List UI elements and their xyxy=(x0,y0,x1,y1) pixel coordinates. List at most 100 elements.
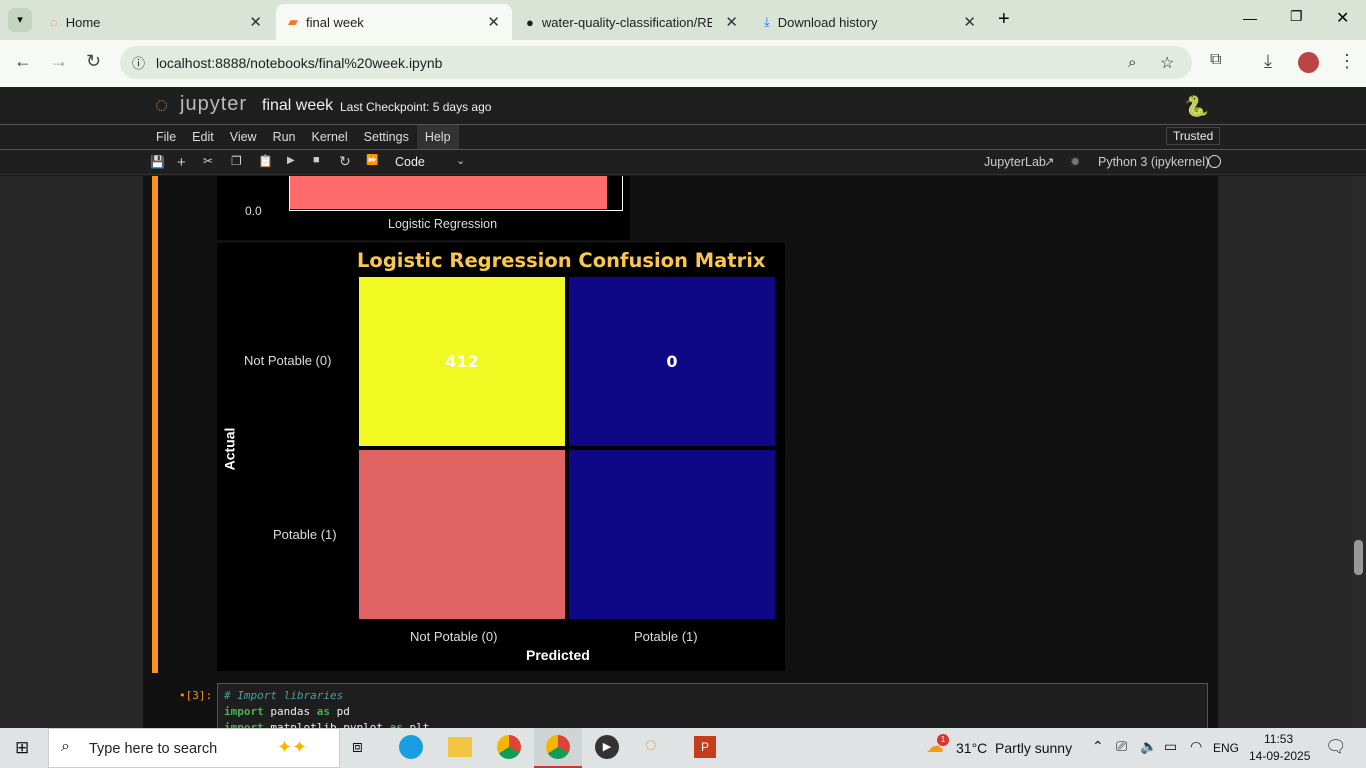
site-info-icon[interactable]: ⓘ xyxy=(132,53,145,72)
copy-icon[interactable]: ❐ xyxy=(231,154,242,168)
code-token: pandas xyxy=(263,705,317,718)
checkpoint-status: Last Checkpoint: 5 days ago xyxy=(340,100,492,114)
notebook-title[interactable]: final week xyxy=(262,97,333,115)
scrollbar-thumb[interactable] xyxy=(1354,540,1363,575)
download-icon: ⤓ xyxy=(764,14,770,29)
minimize-button[interactable]: — xyxy=(1243,10,1257,26)
github-icon: ● xyxy=(526,14,534,30)
menu-edit[interactable]: Edit xyxy=(184,125,222,149)
menu-view[interactable]: View xyxy=(222,125,265,149)
stop-icon[interactable]: ■ xyxy=(313,154,320,166)
menu-kernel[interactable]: Kernel xyxy=(304,125,356,149)
jupyterlab-link[interactable]: JupyterLab xyxy=(984,155,1046,169)
cell-type-select[interactable]: Code xyxy=(395,155,425,169)
notebook-icon: ▰ xyxy=(288,14,298,29)
tab-downloads[interactable]: ⤓ Download history ✕ xyxy=(752,4,988,40)
clock-date[interactable]: 14-09-2025 xyxy=(1249,749,1310,763)
wifi-icon[interactable]: ◠ xyxy=(1190,738,1202,755)
close-window-button[interactable]: ✕ xyxy=(1336,8,1349,28)
python-logo-icon: 🐍 xyxy=(1184,96,1209,118)
browser-menu-icon[interactable]: ⋮ xyxy=(1338,51,1356,72)
volume-icon[interactable]: 🔈 xyxy=(1140,738,1157,755)
edge-icon[interactable] xyxy=(399,735,423,759)
debugger-icon[interactable]: ✹ xyxy=(1070,154,1080,169)
task-view-icon[interactable]: ⧈ xyxy=(352,737,363,757)
confusion-matrix-output: Logistic Regression Confusion Matrix 412… xyxy=(217,243,785,671)
camera-icon[interactable]: ⎚ xyxy=(1116,738,1127,755)
profile-avatar[interactable] xyxy=(1298,52,1319,73)
powerpoint-icon[interactable]: P xyxy=(694,736,716,758)
x-axis-label: Predicted xyxy=(526,647,590,663)
tab-label: Home xyxy=(65,14,101,30)
close-icon[interactable]: ✕ xyxy=(487,13,500,31)
url-input[interactable]: ⓘ localhost:8888/notebooks/final%20week.… xyxy=(120,46,1192,79)
tab-search-button[interactable]: ▾ xyxy=(8,8,32,32)
tab-label: Download history xyxy=(777,14,878,30)
zoom-icon[interactable]: ⌕ xyxy=(1128,54,1136,71)
trusted-badge[interactable]: Trusted xyxy=(1166,127,1221,145)
weather-text[interactable]: 31°C Partly sunny xyxy=(956,740,1072,756)
kernel-name[interactable]: Python 3 (ipykernel) xyxy=(1098,155,1209,169)
code-token: pd xyxy=(329,705,350,718)
chart-title: Logistic Regression Confusion Matrix xyxy=(357,249,766,272)
menu-run[interactable]: Run xyxy=(265,125,304,149)
new-tab-button[interactable]: + xyxy=(998,8,1010,31)
paste-icon[interactable]: 📋 xyxy=(258,154,273,168)
code-line: import pandas as pd xyxy=(224,704,1201,720)
x-tick-label: Not Potable (0) xyxy=(410,629,498,644)
y-axis-label: Actual xyxy=(221,427,238,471)
scrollbar[interactable] xyxy=(1352,176,1366,728)
back-button[interactable]: ← xyxy=(14,51,32,72)
forward-button[interactable]: → xyxy=(50,51,68,72)
copilot-sparkle-icon: ✦✦ xyxy=(277,737,308,757)
language-indicator[interactable]: ENG xyxy=(1213,741,1239,755)
menu-file[interactable]: File xyxy=(148,125,184,149)
search-placeholder: Type here to search xyxy=(89,741,218,757)
chevron-up-icon[interactable]: ⌃ xyxy=(1092,738,1104,755)
reload-button[interactable]: ↻ xyxy=(86,51,101,72)
menu-help[interactable]: Help xyxy=(416,125,459,149)
taskbar-search-box[interactable]: ⌕ Type here to search ✦✦ xyxy=(48,728,340,768)
file-explorer-icon[interactable] xyxy=(448,737,472,757)
notebook-toolbar: 💾 + ✂ ❐ 📋 ▶ ■ ↻ ⏩ Code ⌄ JupyterLab ↗ ✹ … xyxy=(0,150,1366,175)
chevron-down-icon[interactable]: ⌄ xyxy=(456,154,465,167)
kernel-status-icon xyxy=(1208,155,1221,168)
chrome-active-app[interactable] xyxy=(534,728,582,768)
code-line: # Import libraries xyxy=(224,688,1201,704)
run-all-icon[interactable]: ⏩ xyxy=(366,155,378,166)
cell-value-label: 412 xyxy=(445,352,479,371)
insert-cell-icon[interactable]: + xyxy=(177,154,186,171)
close-icon[interactable]: ✕ xyxy=(725,13,738,31)
menu-settings[interactable]: Settings xyxy=(356,125,417,149)
tab-github[interactable]: ● water-quality-classification/REA ✕ xyxy=(514,4,750,40)
close-icon[interactable]: ✕ xyxy=(249,13,262,31)
heatmap-grid: 412 0 xyxy=(359,277,775,620)
notebook-panel: 0.0 Logistic Regression Logistic Regress… xyxy=(143,176,1218,743)
run-icon[interactable]: ▶ xyxy=(287,155,295,166)
chrome-icon[interactable] xyxy=(497,735,521,759)
restart-icon[interactable]: ↻ xyxy=(339,153,351,170)
clock-time[interactable]: 11:53 xyxy=(1264,732,1293,746)
close-icon[interactable]: ✕ xyxy=(963,13,976,31)
heatmap-cell: 412 xyxy=(359,277,565,446)
external-link-icon: ↗ xyxy=(1044,155,1055,169)
code-token: # Import libraries xyxy=(224,689,344,702)
heatmap-cell: 0 xyxy=(569,277,775,446)
heatmap-cell xyxy=(569,450,775,619)
tab-home[interactable]: ◌ Home ✕ xyxy=(38,4,274,40)
restore-button[interactable]: ❐ xyxy=(1290,8,1303,25)
x-tick-label: Logistic Regression xyxy=(388,217,498,231)
media-player-icon[interactable]: ▶ xyxy=(595,735,619,759)
battery-icon[interactable]: ▭ xyxy=(1164,738,1177,755)
bookmark-star-icon[interactable]: ☆ xyxy=(1160,53,1174,73)
tab-final-week[interactable]: ▰ final week ✕ xyxy=(276,4,512,40)
cut-icon[interactable]: ✂ xyxy=(203,154,213,168)
save-icon[interactable]: 💾 xyxy=(150,155,165,169)
extensions-icon[interactable]: ⧉ xyxy=(1210,51,1221,69)
downloads-icon[interactable]: ⤓ xyxy=(1264,51,1272,72)
menu-bar: File Edit View Run Kernel Settings Help … xyxy=(0,125,1366,150)
taskbar: ⊞ ⌕ Type here to search ✦✦ ⧈ ▶ ◌ P ☁ 1 3… xyxy=(0,728,1366,768)
jupyter-app-icon[interactable]: ◌ xyxy=(645,734,657,757)
windows-start-icon[interactable]: ⊞ xyxy=(15,738,29,758)
notifications-icon[interactable]: 🗨 xyxy=(1325,737,1347,757)
